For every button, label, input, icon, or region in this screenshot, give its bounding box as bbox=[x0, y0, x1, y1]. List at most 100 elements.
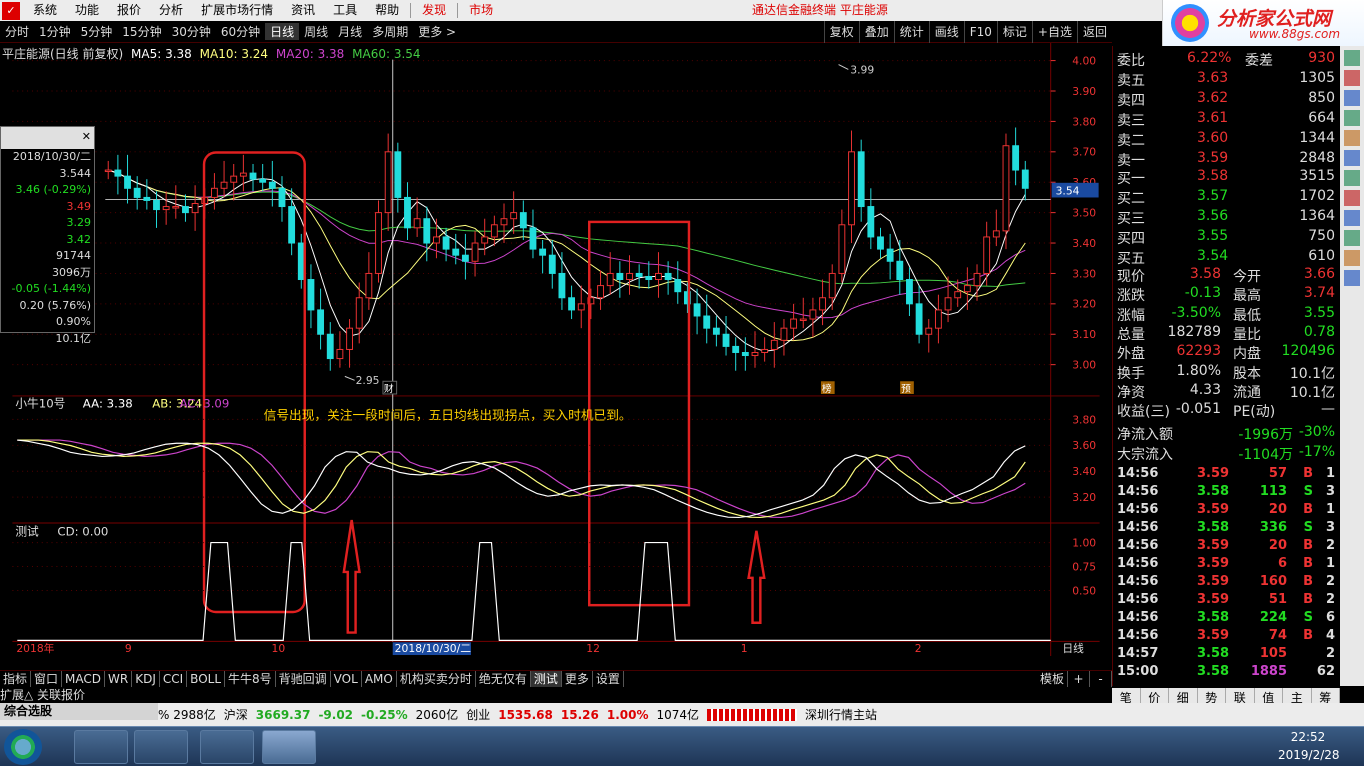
tool-icon[interactable] bbox=[1344, 210, 1360, 226]
expand-bar[interactable]: 扩展△ 关联报价 bbox=[0, 687, 1112, 703]
tool-icon[interactable] bbox=[1344, 70, 1360, 86]
taskbar-app-chrome-icon[interactable] bbox=[134, 730, 188, 764]
tool-icon[interactable] bbox=[1344, 250, 1360, 266]
tick-volume: 20 bbox=[1268, 538, 1287, 553]
candle-body bbox=[645, 275, 653, 281]
tab-amo[interactable]: AMO bbox=[362, 671, 397, 687]
tab-window[interactable]: 窗口 bbox=[31, 671, 63, 687]
tool-icon[interactable] bbox=[1344, 50, 1360, 66]
system-clock[interactable]: 22:52 2019/2/28 bbox=[1278, 728, 1340, 764]
tool-icon[interactable] bbox=[1344, 150, 1360, 166]
tab-institution[interactable]: 机构买卖分时 bbox=[397, 671, 476, 687]
tab-cci[interactable]: CCI bbox=[160, 671, 188, 687]
menu-extended-market[interactable]: 扩展市场行情 bbox=[192, 0, 282, 21]
stats-button[interactable]: 统计 bbox=[893, 21, 929, 43]
close-icon[interactable]: ✕ bbox=[82, 130, 91, 143]
ask-level-row: 卖五 3.63 1305 bbox=[1117, 70, 1339, 89]
tab-niuniu8[interactable]: 牛牛8号 bbox=[225, 671, 276, 687]
taskbar-app-qq-icon[interactable] bbox=[74, 730, 128, 764]
period-intraday[interactable]: 分时 bbox=[0, 23, 34, 40]
mark-button[interactable]: 标记 bbox=[996, 21, 1032, 43]
tool-icon[interactable] bbox=[1344, 130, 1360, 146]
candle-body bbox=[635, 272, 643, 277]
menu-discover[interactable]: 发现 bbox=[413, 0, 455, 21]
candle-body bbox=[461, 254, 469, 262]
tab-macd[interactable]: MACD bbox=[62, 671, 106, 687]
candle-body bbox=[1002, 145, 1010, 232]
tool-icon[interactable] bbox=[1344, 110, 1360, 126]
tool-icon[interactable] bbox=[1344, 230, 1360, 246]
tab-wr[interactable]: WR bbox=[105, 671, 133, 687]
app-icon[interactable]: ✓ bbox=[2, 1, 20, 20]
tab-beichi[interactable]: 背驰回调 bbox=[276, 671, 331, 687]
adjust-button[interactable]: 复权 bbox=[823, 21, 859, 43]
info-value: 3.42 bbox=[66, 232, 92, 246]
tick-volume: 20 bbox=[1268, 502, 1287, 517]
menu-system[interactable]: 系统 bbox=[24, 0, 66, 21]
trade-tick-row: 14:56 3.59 51 B 2 bbox=[1117, 592, 1339, 611]
info-value: 3096万 bbox=[52, 265, 91, 279]
tick-time: 14:56 bbox=[1117, 574, 1159, 589]
kline-chart[interactable]: 4.00 3.90 3.80 3.70 3.60 3.50 3.40 3.30 3.20 3.10… bbox=[0, 43, 1112, 656]
menu-analysis[interactable]: 分析 bbox=[150, 0, 192, 21]
tab-boll[interactable]: BOLL bbox=[187, 671, 226, 687]
trade-tick-row: 14:56 3.59 20 B 2 bbox=[1117, 538, 1339, 557]
stock-selector-panel[interactable]: 综合选股 bbox=[0, 703, 158, 720]
add-watchlist-button[interactable]: +自选 bbox=[1031, 21, 1077, 43]
f10-button[interactable]: F10 bbox=[963, 21, 997, 43]
tab-more[interactable]: 更多 bbox=[562, 671, 593, 687]
tab-unique[interactable]: 绝无仅有 bbox=[476, 671, 531, 687]
draw-button[interactable]: 画线 bbox=[928, 21, 964, 43]
tool-icon[interactable] bbox=[1344, 90, 1360, 106]
back-button[interactable]: 返回 bbox=[1076, 21, 1112, 43]
tab-indicator[interactable]: 指标 bbox=[0, 671, 32, 687]
tick-time: 15:00 bbox=[1117, 664, 1159, 679]
overlay-button[interactable]: 叠加 bbox=[858, 21, 894, 43]
tool-icon[interactable] bbox=[1344, 270, 1360, 286]
period-monthly[interactable]: 月线 bbox=[333, 23, 367, 40]
xaxis-month: 9 bbox=[125, 642, 132, 655]
tick-price: 3.59 bbox=[1197, 592, 1230, 607]
period-more[interactable]: 更多 > bbox=[413, 23, 461, 40]
info-value: 91744 bbox=[56, 249, 91, 262]
menu-function[interactable]: 功能 bbox=[66, 0, 108, 21]
trade-tick-row: 14:56 3.59 20 B 1 bbox=[1117, 502, 1339, 521]
tool-icon[interactable] bbox=[1344, 170, 1360, 186]
period-daily[interactable]: 日线 bbox=[265, 23, 300, 40]
info-box-header[interactable]: ✕ bbox=[1, 127, 94, 149]
period-5min[interactable]: 5分钟 bbox=[76, 23, 118, 40]
tab-kdj[interactable]: KDJ bbox=[132, 671, 160, 687]
menu-news[interactable]: 资讯 bbox=[282, 0, 324, 21]
period-multi[interactable]: 多周期 bbox=[367, 23, 413, 40]
taskbar-app-tdx-icon[interactable] bbox=[262, 730, 316, 764]
menu-tools[interactable]: 工具 bbox=[324, 0, 366, 21]
menu-quote[interactable]: 报价 bbox=[108, 0, 150, 21]
period-60min[interactable]: 60分钟 bbox=[216, 23, 265, 40]
connection-station[interactable]: 深圳行情主站 bbox=[805, 706, 877, 723]
period-1min[interactable]: 1分钟 bbox=[34, 23, 76, 40]
ask-level-label: 卖一 bbox=[1117, 153, 1145, 169]
tick-count: 1 bbox=[1325, 502, 1335, 517]
candle-body bbox=[886, 248, 894, 262]
index-value: 1535.68 bbox=[498, 707, 553, 722]
menu-market[interactable]: 市场 bbox=[460, 0, 502, 21]
start-button-icon[interactable] bbox=[4, 729, 42, 765]
remove-panel-button[interactable]: - bbox=[1090, 671, 1112, 687]
tab-test[interactable]: 测试 bbox=[530, 671, 562, 687]
tool-icon[interactable] bbox=[1344, 190, 1360, 206]
template-button[interactable]: 模板 bbox=[1037, 671, 1068, 687]
period-weekly[interactable]: 周线 bbox=[299, 23, 333, 40]
period-15min[interactable]: 15分钟 bbox=[117, 23, 166, 40]
tab-vol[interactable]: VOL bbox=[331, 671, 362, 687]
index-change: -9.02 bbox=[318, 707, 354, 722]
quote-panel: 委比 6.22% 委差 930 卖五 3.63 1305 卖四 3.62 850 卖三 3.61 664… bbox=[1112, 46, 1340, 686]
period-30min[interactable]: 30分钟 bbox=[167, 23, 216, 40]
menu-bar: ✓ 系统 功能 报价 分析 扩展市场行情 资讯 工具 帮助 发现 市场 通达信金… bbox=[0, 0, 1364, 21]
taskbar-app-monitor-icon[interactable] bbox=[200, 730, 254, 764]
menu-help[interactable]: 帮助 bbox=[366, 0, 408, 21]
tick-count: 2 bbox=[1325, 538, 1335, 553]
tab-settings[interactable]: 设置 bbox=[593, 671, 624, 687]
quote-value: 120496 bbox=[1281, 343, 1335, 360]
candle-body bbox=[249, 172, 257, 180]
add-panel-button[interactable]: + bbox=[1068, 671, 1090, 687]
